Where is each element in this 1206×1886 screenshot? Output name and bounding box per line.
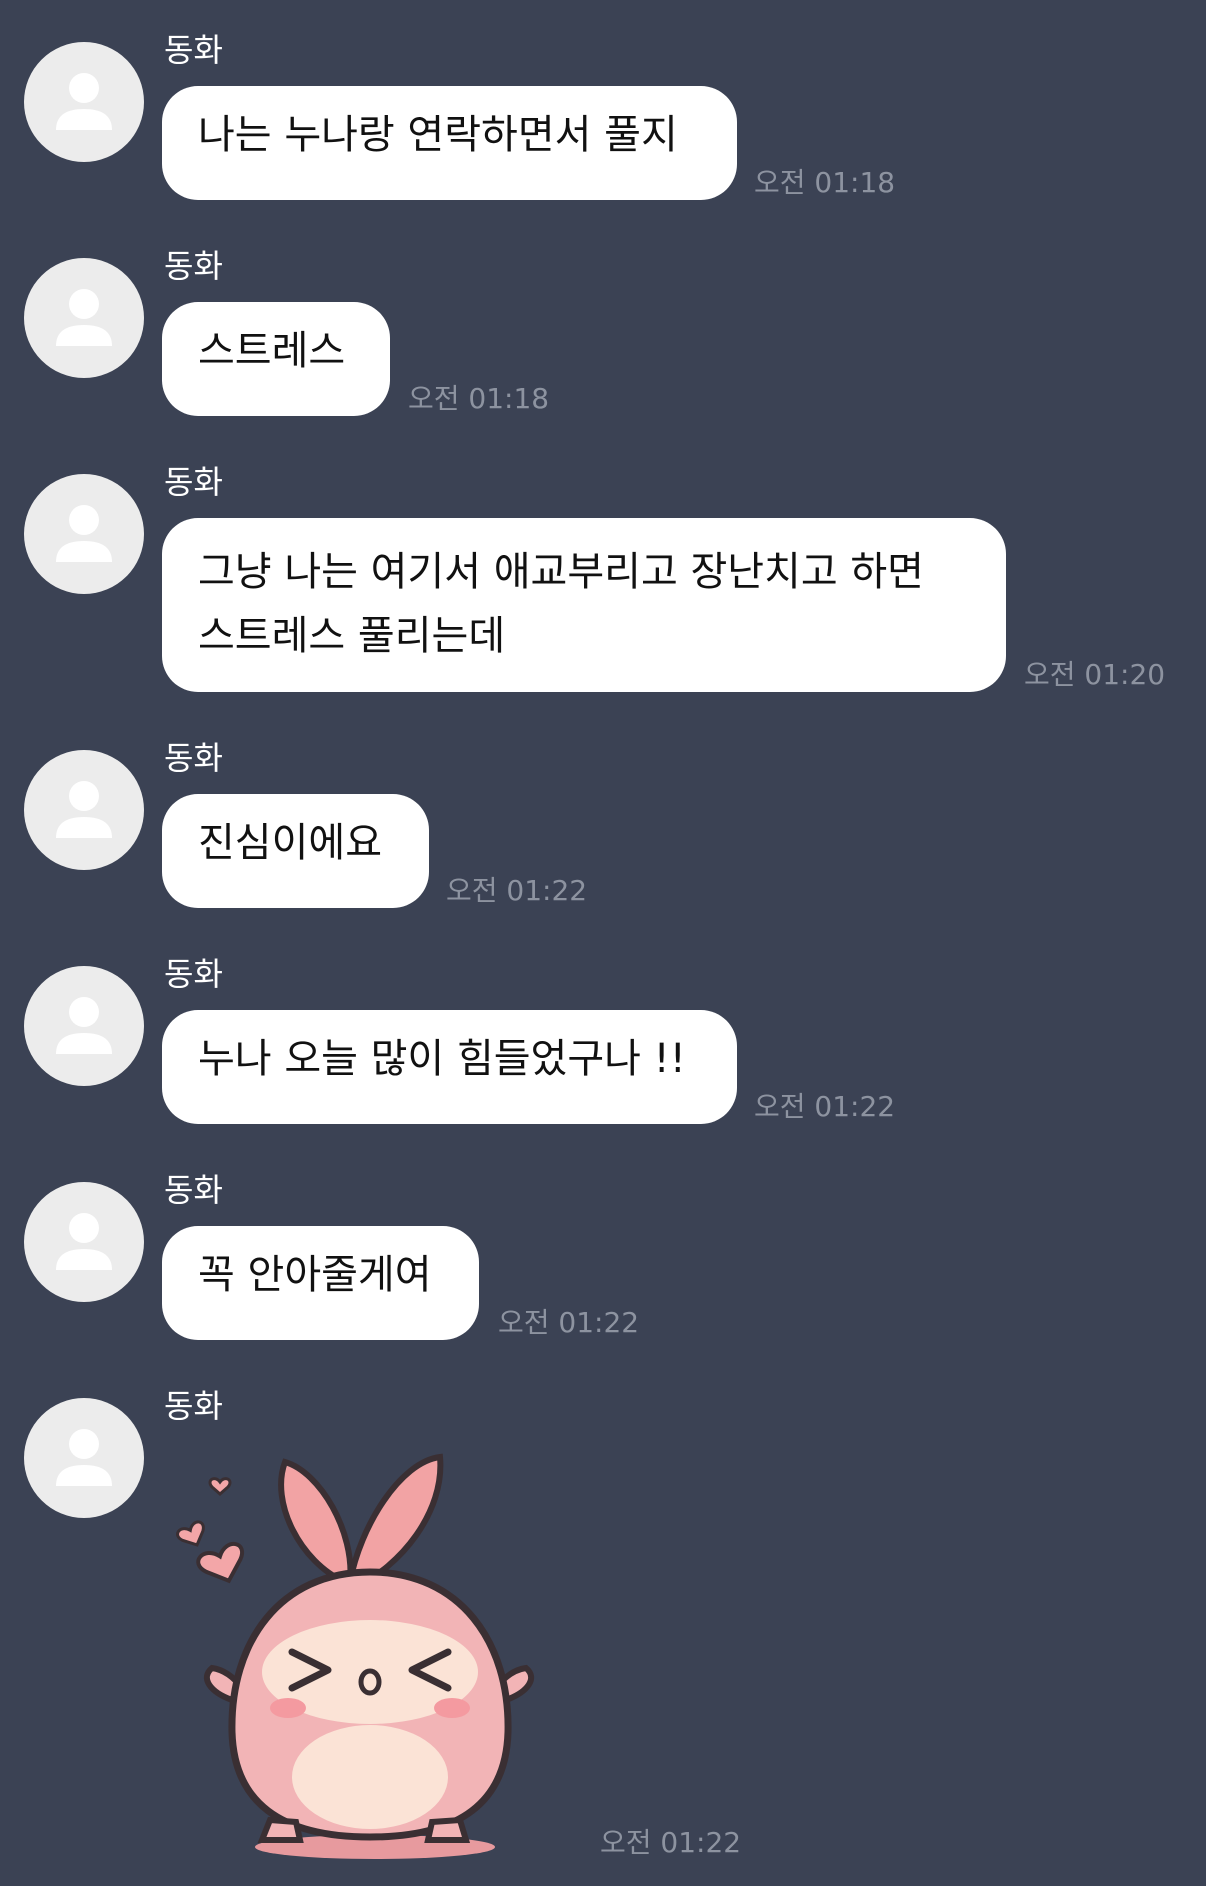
default-person-icon [56, 781, 112, 838]
avatar[interactable] [24, 966, 144, 1086]
message-text: 진심이에요 [198, 820, 382, 866]
avatar[interactable] [24, 1398, 144, 1518]
sender-name: 동화 [164, 955, 223, 993]
pink-bunny-sticker-image [176, 1453, 535, 1859]
default-person-icon [56, 289, 112, 346]
message-text: 나는 누나랑 연락하면서 풀지 [198, 112, 678, 158]
chat-message-list[interactable]: 동화 나는 누나랑 연락하면서 풀지 오전 01:18 동화 스트레스 오전 0… [0, 0, 1206, 1886]
message-timestamp: 오전 01:18 [408, 382, 550, 415]
message-timestamp: 오전 01:20 [1024, 658, 1166, 691]
default-person-icon [56, 1429, 112, 1486]
pink-bunny-sticker[interactable] [170, 1442, 570, 1866]
message-bubble[interactable]: 누나 오늘 많이 힘들었구나 !! [162, 1010, 737, 1124]
message-bubble[interactable]: 꼭 안아줄게여 [162, 1226, 479, 1340]
message-text: 꼭 안아줄게여 [198, 1252, 432, 1298]
message-bubble[interactable]: 스트레스 [162, 302, 390, 416]
avatar[interactable] [24, 750, 144, 870]
sender-name: 동화 [164, 247, 223, 285]
avatar[interactable] [24, 42, 144, 162]
message-timestamp: 오전 01:18 [754, 166, 896, 199]
sender-name: 동화 [164, 1171, 223, 1209]
avatar[interactable] [24, 1182, 144, 1302]
avatar[interactable] [24, 474, 144, 594]
default-person-icon [56, 1213, 112, 1270]
message-text: 스트레스 [198, 328, 346, 374]
message-timestamp: 오전 01:22 [446, 874, 588, 907]
sender-name: 동화 [164, 1387, 223, 1425]
sender-name: 동화 [164, 31, 223, 69]
message-text: 누나 오늘 많이 힘들었구나 !! [198, 1036, 686, 1082]
sender-name: 동화 [164, 463, 223, 501]
message-bubble[interactable]: 그냥 나는 여기서 애교부리고 장난치고 하면 스트레스 풀리는데 [162, 518, 1006, 692]
message-bubble[interactable]: 진심이에요 [162, 794, 429, 908]
message-text-line: 스트레스 풀리는데 [198, 613, 506, 659]
message-timestamp: 오전 01:22 [754, 1090, 896, 1123]
message-text-line: 그냥 나는 여기서 애교부리고 장난치고 하면 [198, 549, 924, 595]
sender-name: 동화 [164, 739, 223, 777]
default-person-icon [56, 997, 112, 1054]
default-person-icon [56, 73, 112, 130]
message-bubble[interactable]: 나는 누나랑 연락하면서 풀지 [162, 86, 737, 200]
avatar[interactable] [24, 258, 144, 378]
message-timestamp: 오전 01:22 [600, 1826, 742, 1859]
message-timestamp: 오전 01:22 [498, 1306, 640, 1339]
default-person-icon [56, 505, 112, 562]
